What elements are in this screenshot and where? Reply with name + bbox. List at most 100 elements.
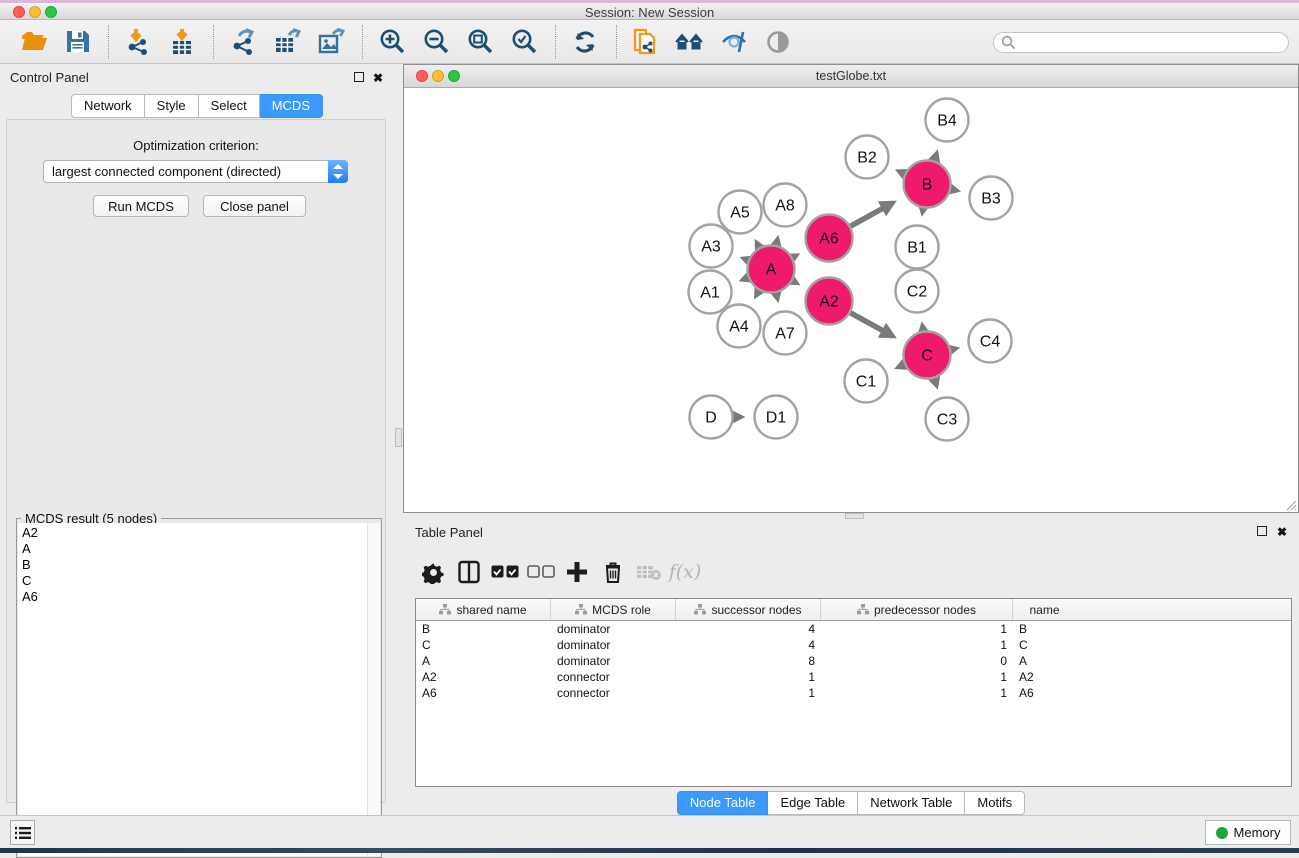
cell-name[interactable]: C: [1013, 637, 1076, 653]
clone-network-button[interactable]: [629, 25, 663, 59]
tab-motifs[interactable]: Motifs: [965, 791, 1025, 815]
table-row[interactable]: A6connector11A6: [416, 685, 1291, 701]
close-panel-button[interactable]: Close panel: [203, 195, 306, 217]
close-table-panel-icon[interactable]: ✖: [1277, 525, 1287, 539]
cell-shared-name[interactable]: A6: [416, 685, 551, 701]
mcds-result-item[interactable]: C: [22, 573, 380, 589]
close-panel-icon[interactable]: ✖: [373, 71, 383, 85]
edge-A-A5[interactable]: [756, 242, 759, 247]
cell-predecessor-nodes[interactable]: 1: [821, 669, 1013, 685]
column-header-MCDS-role[interactable]: MCDS role: [551, 599, 676, 620]
cell-successor-nodes[interactable]: 1: [676, 669, 821, 685]
delete-column-button[interactable]: [595, 554, 631, 590]
network-window-titlebar[interactable]: testGlobe.txt: [404, 65, 1298, 88]
cell-shared-name[interactable]: C: [416, 637, 551, 653]
node-C[interactable]: C: [904, 332, 951, 379]
export-table-button[interactable]: [270, 25, 304, 59]
cell-name[interactable]: A2: [1013, 669, 1076, 685]
edge-B-B4[interactable]: [934, 153, 936, 161]
show-all-panels-button[interactable]: [673, 25, 707, 59]
search-box[interactable]: [993, 32, 1289, 53]
edge-A-A8[interactable]: [776, 239, 777, 245]
column-header-name[interactable]: name: [1013, 599, 1076, 620]
table-row[interactable]: A2connector11A2: [416, 669, 1291, 685]
cell-name[interactable]: B: [1013, 621, 1076, 637]
open-session-button[interactable]: [16, 25, 50, 59]
edge-A-A6[interactable]: [793, 255, 797, 257]
edge-A-A4[interactable]: [756, 290, 759, 296]
tab-network-table[interactable]: Network Table: [858, 791, 965, 815]
node-A4[interactable]: A4: [718, 305, 761, 348]
cell-successor-nodes[interactable]: 8: [676, 653, 821, 669]
node-B[interactable]: B: [904, 161, 951, 208]
edge-C-C1[interactable]: [898, 365, 905, 368]
tab-edge-table[interactable]: Edge Table: [768, 791, 858, 815]
column-header-predecessor-nodes[interactable]: predecessor nodes: [821, 599, 1013, 620]
cell-successor-nodes[interactable]: 4: [676, 637, 821, 653]
zoom-fit-button[interactable]: [463, 25, 497, 59]
float-panel-icon[interactable]: [354, 71, 364, 85]
node-C4[interactable]: C4: [969, 320, 1012, 363]
cell-MCDS-role[interactable]: connector: [551, 669, 676, 685]
node-C3[interactable]: C3: [926, 398, 969, 441]
delete-table-button[interactable]: [631, 554, 667, 590]
zoom-in-button[interactable]: [375, 25, 409, 59]
mcds-result-item[interactable]: A6: [22, 589, 380, 605]
cell-predecessor-nodes[interactable]: 1: [821, 621, 1013, 637]
criterion-dropdown[interactable]: largest connected component (directed): [43, 160, 348, 183]
tab-mcds[interactable]: MCDS: [260, 94, 323, 118]
node-B1[interactable]: B1: [896, 226, 939, 269]
column-header-successor-nodes[interactable]: successor nodes: [676, 599, 821, 620]
hide-panels-button[interactable]: [717, 25, 751, 59]
search-input[interactable]: [1016, 36, 1266, 50]
export-network-button[interactable]: [226, 25, 260, 59]
node-C2[interactable]: C2: [896, 270, 939, 313]
cell-successor-nodes[interactable]: 1: [676, 685, 821, 701]
apply-layout-button[interactable]: [568, 25, 602, 59]
cell-name[interactable]: A6: [1013, 685, 1076, 701]
table-settings-button[interactable]: [415, 554, 451, 590]
import-table-button[interactable]: [165, 25, 199, 59]
zoom-out-button[interactable]: [419, 25, 453, 59]
node-A[interactable]: A: [748, 246, 795, 293]
edge-A2-C[interactable]: [850, 313, 892, 336]
table-row[interactable]: Cdominator41C: [416, 637, 1291, 653]
add-column-button[interactable]: [559, 554, 595, 590]
float-table-panel-icon[interactable]: [1257, 525, 1267, 539]
cell-successor-nodes[interactable]: 4: [676, 621, 821, 637]
edge-A-A3[interactable]: [743, 258, 748, 260]
table-row[interactable]: Adominator80A: [416, 653, 1291, 669]
run-mcds-button[interactable]: Run MCDS: [93, 195, 189, 217]
edge-B-B3[interactable]: [951, 189, 957, 190]
cell-shared-name[interactable]: A2: [416, 669, 551, 685]
node-B2[interactable]: B2: [846, 136, 889, 179]
node-A5[interactable]: A5: [719, 191, 762, 234]
node-D1[interactable]: D1: [755, 396, 798, 439]
tab-network[interactable]: Network: [71, 94, 145, 118]
network-canvas[interactable]: B4B2BB3A5A8A6B1A3AC2A1A2A4A7C4CC1DD1C3: [404, 88, 1298, 512]
vertical-splitter-handle[interactable]: [395, 428, 402, 447]
tab-select[interactable]: Select: [199, 94, 260, 118]
cell-MCDS-role[interactable]: dominator: [551, 653, 676, 669]
cell-predecessor-nodes[interactable]: 1: [821, 637, 1013, 653]
cell-shared-name[interactable]: A: [416, 653, 551, 669]
mcds-result-item[interactable]: B: [22, 557, 380, 573]
task-history-button[interactable]: [10, 820, 35, 845]
tab-style[interactable]: Style: [145, 94, 199, 118]
toggle-views-button[interactable]: [761, 25, 795, 59]
mcds-list-scrollbar[interactable]: [367, 523, 380, 856]
save-session-button[interactable]: [60, 25, 94, 59]
function-builder-button[interactable]: f(x): [667, 554, 703, 590]
cell-shared-name[interactable]: B: [416, 621, 551, 637]
cell-MCDS-role[interactable]: dominator: [551, 637, 676, 653]
node-D[interactable]: D: [690, 396, 733, 439]
resize-grip-icon[interactable]: [1283, 497, 1297, 511]
export-image-button[interactable]: [314, 25, 348, 59]
memory-button[interactable]: Memory: [1205, 820, 1291, 845]
cell-MCDS-role[interactable]: connector: [551, 685, 676, 701]
edge-C-C3[interactable]: [934, 378, 936, 386]
select-all-button[interactable]: [487, 554, 523, 590]
horizontal-splitter-handle[interactable]: [845, 513, 864, 519]
column-layout-button[interactable]: [451, 554, 487, 590]
node-A2[interactable]: A2: [806, 278, 853, 325]
